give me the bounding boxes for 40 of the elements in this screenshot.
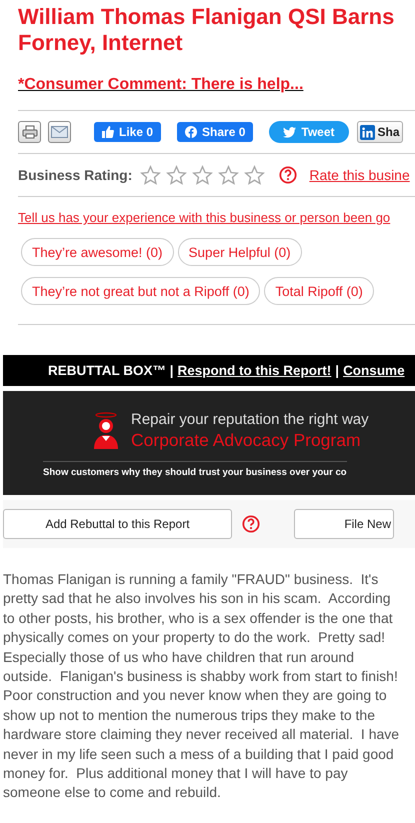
print-button[interactable]	[18, 121, 41, 143]
email-button[interactable]	[48, 121, 71, 143]
advocacy-banner[interactable]: Repair your reputation the right way Corporate Advocacy Program Show customers why they should trust your business over your co	[3, 391, 415, 495]
rebuttal-action-button[interactable]: File New	[294, 509, 394, 539]
star-icon[interactable]	[244, 164, 266, 186]
rebuttal-action-button[interactable]: Add Rebuttal to this Report	[3, 509, 232, 539]
thumbs-up-icon	[102, 126, 114, 138]
consumer-comment-link[interactable]: *Consumer Comment: There is help...	[18, 76, 304, 94]
facebook-icon	[185, 126, 198, 138]
rating-label: Business Rating:	[18, 167, 132, 183]
experience-link[interactable]: Tell us has your experience with this business or person been go	[18, 210, 415, 225]
rebuttal-link[interactable]: Respond to this Report!	[178, 363, 332, 378]
banner-tagline: Show customers why they should trust your business over your co	[43, 461, 347, 478]
printer-icon	[22, 125, 38, 139]
share-button[interactable]: Share 0	[177, 122, 254, 142]
help-icon[interactable]	[279, 166, 298, 184]
linkedin-share-button[interactable]: Sha	[356, 121, 403, 143]
banner-program: Corporate Advocacy Program	[131, 429, 362, 451]
star-icon[interactable]	[192, 164, 214, 186]
rebuttal-label: REBUTTAL BOX™ |	[48, 363, 174, 378]
rate-business-link[interactable]: Rate this busine	[309, 167, 410, 183]
reaction-button[interactable]: Super Helpful (0)	[178, 238, 302, 266]
rebuttal-label: |	[335, 363, 340, 378]
reaction-button[interactable]: Total Ripoff (0)	[264, 277, 374, 305]
report-text: Thomas Flanigan is running a family "FRAUD" business. It's pretty sad that he also involves his son in his scam. According to other posts, his brother, who is a sex offender is the one that physically comes on your property to do the work. Pretty sad! Especially those of us who have children that run around outside. Flanigan's business is shabby work from start to finish! Poor construction and you never know when they are going to show up not to mention the numerous trips they make to the hardware store claiming they never received all material. I have never in my life seen such a mess of a building that I paid good money for. Plus additional money that I will have to pay someone else to come and rebuild.	[3, 570, 400, 802]
tweet-button[interactable]: Tweet	[269, 121, 349, 143]
help-icon[interactable]	[242, 515, 260, 533]
star-icon[interactable]	[218, 164, 240, 186]
envelope-icon	[51, 126, 68, 138]
page-title: William Thomas Flanigan QSI Barns Forney, Internet	[18, 4, 396, 56]
haloed-person-icon	[93, 412, 119, 450]
star-icon[interactable]	[140, 164, 162, 186]
bird-icon	[283, 126, 296, 138]
star-icon[interactable]	[166, 164, 188, 186]
banner-headline: Repair your reputation the right way	[131, 411, 369, 429]
reaction-button[interactable]: They’re awesome! (0)	[21, 238, 174, 266]
reaction-button[interactable]: They’re not great but not a Ripoff (0)	[21, 277, 260, 305]
linkedin-icon	[360, 124, 375, 140]
like-button[interactable]: Like 0	[94, 122, 162, 142]
rebuttal-link[interactable]: Consume	[343, 363, 405, 378]
